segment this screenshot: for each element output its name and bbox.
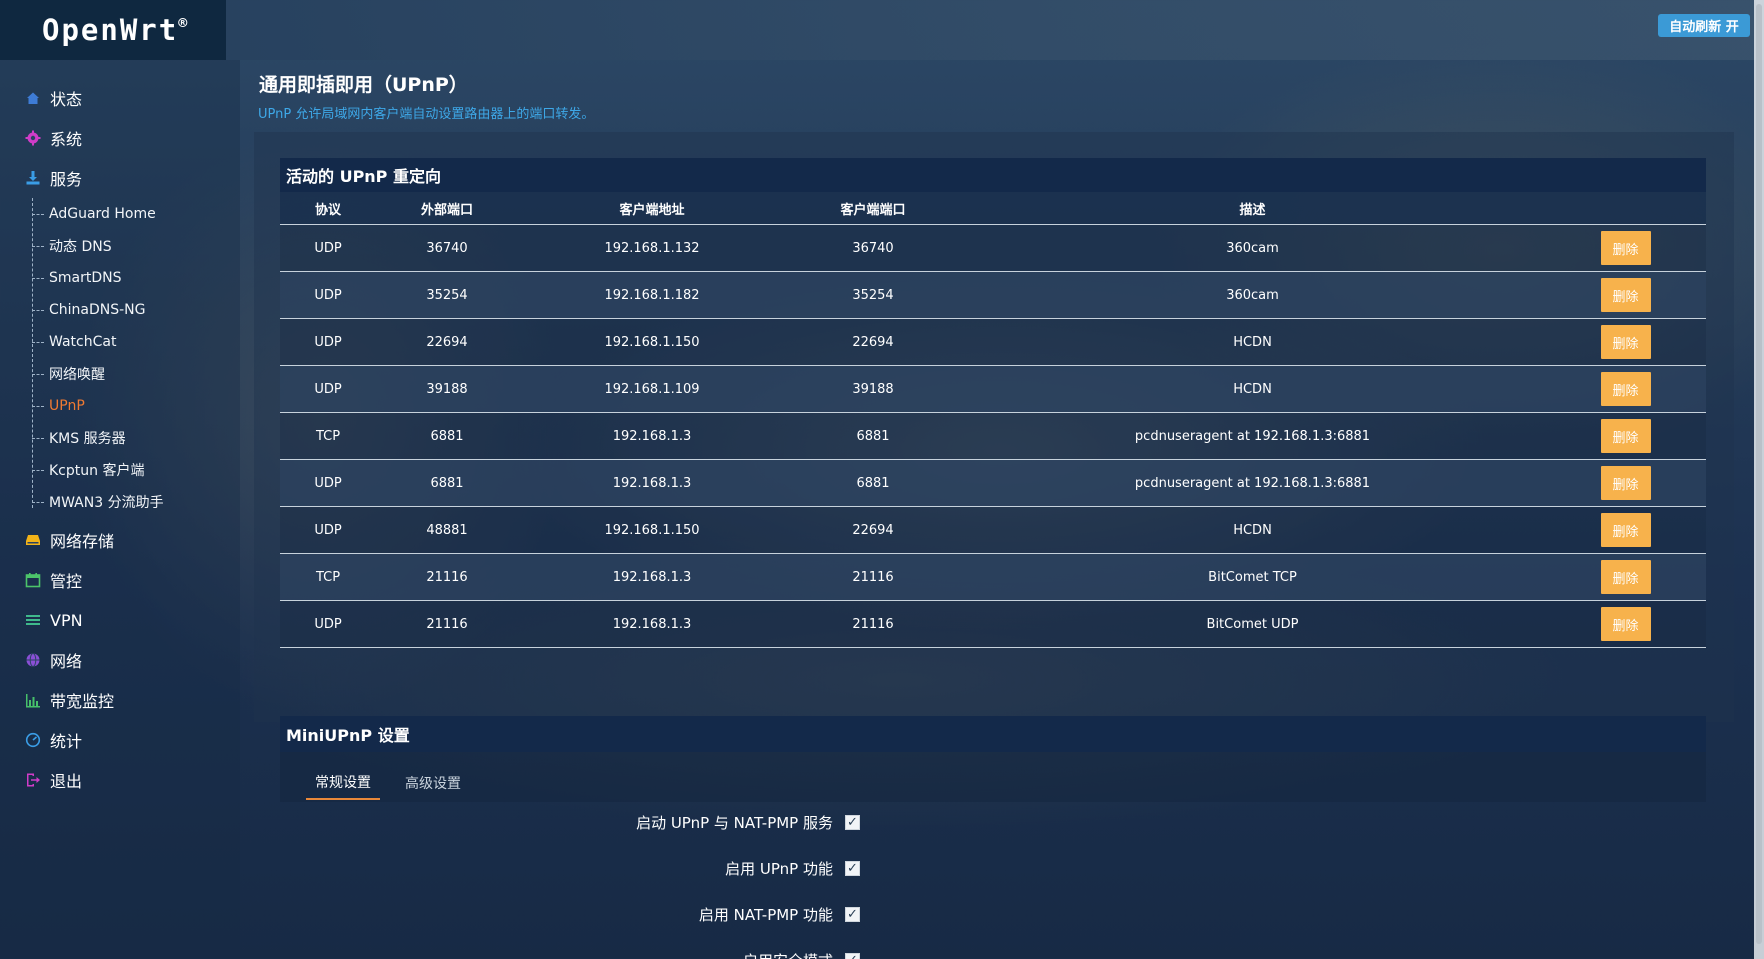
sidebar-item-statistics[interactable]: 统计: [24, 728, 82, 752]
delete-button[interactable]: 删除: [1600, 419, 1651, 453]
table-row: UDP 35254 192.168.1.182 35254 360cam 删除: [280, 272, 1706, 319]
sidebar-item-vpn[interactable]: VPN: [24, 608, 83, 632]
download-icon: [24, 169, 42, 187]
sidebar-item-bandwidth[interactable]: 带宽监控: [24, 688, 114, 712]
tab-general-settings[interactable]: 常规设置: [306, 766, 380, 800]
table-row: TCP 21116 192.168.1.3 21116 BitComet TCP…: [280, 554, 1706, 601]
setting-label: 启用 NAT-PMP 功能: [698, 906, 833, 924]
column-header-protocol: 协议: [314, 202, 341, 218]
page-scrollbar-thumb[interactable]: [1756, 4, 1762, 944]
sidebar-subitem-kcptun[interactable]: Kcptun 客户端: [32, 460, 144, 480]
table-row: UDP 21116 192.168.1.3 21116 BitComet UDP…: [280, 601, 1706, 648]
sidebar-item-storage[interactable]: 网络存储: [24, 528, 114, 552]
sidebar-item-label: 管控: [50, 572, 83, 591]
delete-button[interactable]: 删除: [1600, 607, 1651, 641]
sidebar-item-logout[interactable]: 退出: [24, 768, 82, 792]
sidebar-item-label: 服务: [50, 170, 83, 189]
sidebar-item-system[interactable]: 系统: [24, 126, 82, 150]
column-header-client-address: 客户端地址: [619, 202, 685, 218]
table-row: UDP 48881 192.168.1.150 22694 HCDN 删除: [280, 507, 1706, 554]
sidebar-subitem-mwan3[interactable]: MWAN3 分流助手: [32, 492, 164, 512]
secure-mode-checkbox[interactable]: ✓: [845, 953, 860, 959]
brand-logo: OpenWrt®: [42, 13, 190, 47]
sidebar-item-control[interactable]: 管控: [24, 568, 82, 592]
delete-button[interactable]: 删除: [1600, 372, 1651, 406]
table-header: 协议 外部端口 客户端地址 客户端端口 描述: [280, 192, 1706, 225]
sidebar-subitem-upnp[interactable]: UPnP: [32, 396, 85, 416]
sidebar-subitem-wol[interactable]: 网络唤醒: [32, 364, 105, 384]
sidebar-item-label: 状态: [50, 90, 83, 109]
settings-tabbar: [280, 752, 1706, 802]
home-icon: [24, 89, 42, 107]
sidebar-subitem-ddns[interactable]: 动态 DNS: [32, 236, 112, 256]
sidebar-subitem-chinadns[interactable]: ChinaDNS-NG: [32, 300, 146, 320]
settings-section-title: MiniUPnP 设置: [280, 716, 1706, 752]
sidebar-item-label: 统计: [50, 732, 83, 751]
main-content: 通用即插即用（UPnP） UPnP 允许局域网内客户端自动设置路由器上的端口转发…: [240, 60, 1754, 959]
redirects-table: 协议 外部端口 客户端地址 客户端端口 描述 UDP 36740 192.168…: [280, 192, 1706, 648]
column-header-client-port: 客户端端口: [840, 202, 906, 218]
delete-button[interactable]: 删除: [1600, 231, 1651, 265]
setting-label: 启动 UPnP 与 NAT-PMP 服务: [636, 814, 833, 832]
page-title: 通用即插即用（UPnP）: [259, 74, 468, 96]
menu-lines-icon: [24, 611, 42, 629]
sidebar-subitem-smartdns[interactable]: SmartDNS: [32, 268, 122, 288]
storage-icon: [24, 531, 42, 549]
delete-button[interactable]: 删除: [1600, 466, 1651, 500]
enable-upnp-checkbox[interactable]: ✓: [845, 861, 860, 876]
settings-tabs: 常规设置 高级设置: [306, 766, 470, 800]
table-row: UDP 36740 192.168.1.132 36740 360cam 删除: [280, 225, 1706, 272]
setting-label: 启用安全模式: [743, 950, 833, 959]
delete-button[interactable]: 删除: [1600, 513, 1651, 547]
gear-icon: [24, 129, 42, 147]
setting-enable-upnp-natpmp-service: 启动 UPnP 与 NAT-PMP 服务 ✓: [480, 812, 860, 833]
table-row: UDP 39188 192.168.1.109 39188 HCDN 删除: [280, 366, 1706, 413]
column-header-external-port: 外部端口: [420, 202, 473, 218]
setting-label: 启用 UPnP 功能: [725, 860, 833, 878]
setting-enable-natpmp: 启用 NAT-PMP 功能 ✓: [480, 904, 860, 925]
column-header-description: 描述: [1239, 202, 1266, 218]
sidebar-item-services[interactable]: 服务: [24, 166, 82, 190]
page-description: UPnP 允许局域网内客户端自动设置路由器上的端口转发。: [258, 107, 595, 122]
enable-service-checkbox[interactable]: ✓: [845, 815, 860, 830]
delete-button[interactable]: 删除: [1600, 325, 1651, 359]
setting-enable-upnp: 启用 UPnP 功能 ✓: [480, 858, 860, 879]
sidebar-item-label: 退出: [50, 772, 83, 791]
brand-logo-box[interactable]: OpenWrt®: [0, 0, 226, 60]
table-row: TCP 6881 192.168.1.3 6881 pcdnuseragent …: [280, 413, 1706, 460]
sidebar-subitem-kms[interactable]: KMS 服务器: [32, 428, 126, 448]
sidebar-subitem-watchcat[interactable]: WatchCat: [32, 332, 116, 352]
bar-chart-icon: [24, 691, 42, 709]
delete-button[interactable]: 删除: [1600, 560, 1651, 594]
sidebar-subitem-adguard[interactable]: AdGuard Home: [32, 204, 156, 224]
calendar-icon: [24, 571, 42, 589]
sidebar-item-label: 系统: [50, 130, 83, 149]
globe-icon: [24, 651, 42, 669]
sidebar-item-label: 带宽监控: [50, 692, 115, 711]
tab-advanced-settings[interactable]: 高级设置: [396, 766, 470, 800]
table-row: UDP 22694 192.168.1.150 22694 HCDN 删除: [280, 319, 1706, 366]
top-bar: [0, 0, 1764, 60]
sidebar-item-label: 网络存储: [50, 532, 115, 551]
enable-natpmp-checkbox[interactable]: ✓: [845, 907, 860, 922]
auto-refresh-button[interactable]: 自动刷新 开: [1658, 14, 1750, 37]
setting-secure-mode: 启用安全模式 ✓: [480, 950, 860, 959]
delete-button[interactable]: 删除: [1600, 278, 1651, 312]
sidebar-item-status[interactable]: 状态: [24, 86, 82, 110]
sidebar-item-label: VPN: [50, 610, 83, 630]
logout-icon: [24, 771, 42, 789]
table-row: UDP 6881 192.168.1.3 6881 pcdnuseragent …: [280, 460, 1706, 507]
dashboard-icon: [24, 731, 42, 749]
redirects-section-title: 活动的 UPnP 重定向: [280, 158, 1706, 192]
sidebar-item-network[interactable]: 网络: [24, 648, 82, 672]
sidebar-item-label: 网络: [50, 652, 83, 671]
